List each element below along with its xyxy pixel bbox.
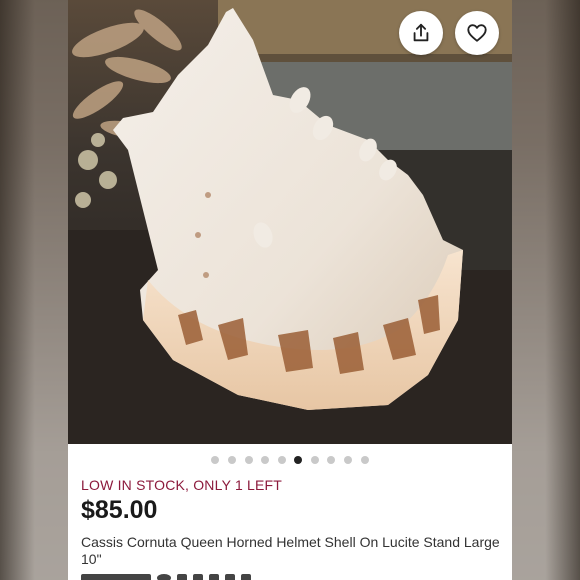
listing-title: Cassis Cornuta Queen Horned Helmet Shell… xyxy=(81,534,500,567)
pagination-dot[interactable] xyxy=(344,456,353,464)
listing-card: LOW IN STOCK, ONLY 1 LEFT $85.00 Cassis … xyxy=(68,0,512,580)
pagination-dot[interactable] xyxy=(327,456,336,464)
image-pagination xyxy=(68,455,512,465)
pagination-dot[interactable] xyxy=(310,456,319,464)
product-photo[interactable] xyxy=(68,0,512,444)
shell-image xyxy=(68,0,512,444)
pagination-dot[interactable] xyxy=(261,456,270,464)
pagination-dot[interactable] xyxy=(227,456,236,464)
pagination-dot[interactable] xyxy=(277,456,286,464)
share-icon xyxy=(413,23,429,42)
pagination-dot[interactable] xyxy=(360,456,369,464)
pagination-dot[interactable] xyxy=(294,456,303,464)
pagination-dot[interactable] xyxy=(211,456,220,464)
pagination-dot[interactable] xyxy=(244,456,253,464)
heart-icon xyxy=(467,24,487,42)
price: $85.00 xyxy=(81,496,158,524)
stock-status: LOW IN STOCK, ONLY 1 LEFT xyxy=(81,477,283,493)
share-button[interactable] xyxy=(399,11,443,55)
favorite-button[interactable] xyxy=(455,11,499,55)
cut-off-row xyxy=(81,574,501,580)
